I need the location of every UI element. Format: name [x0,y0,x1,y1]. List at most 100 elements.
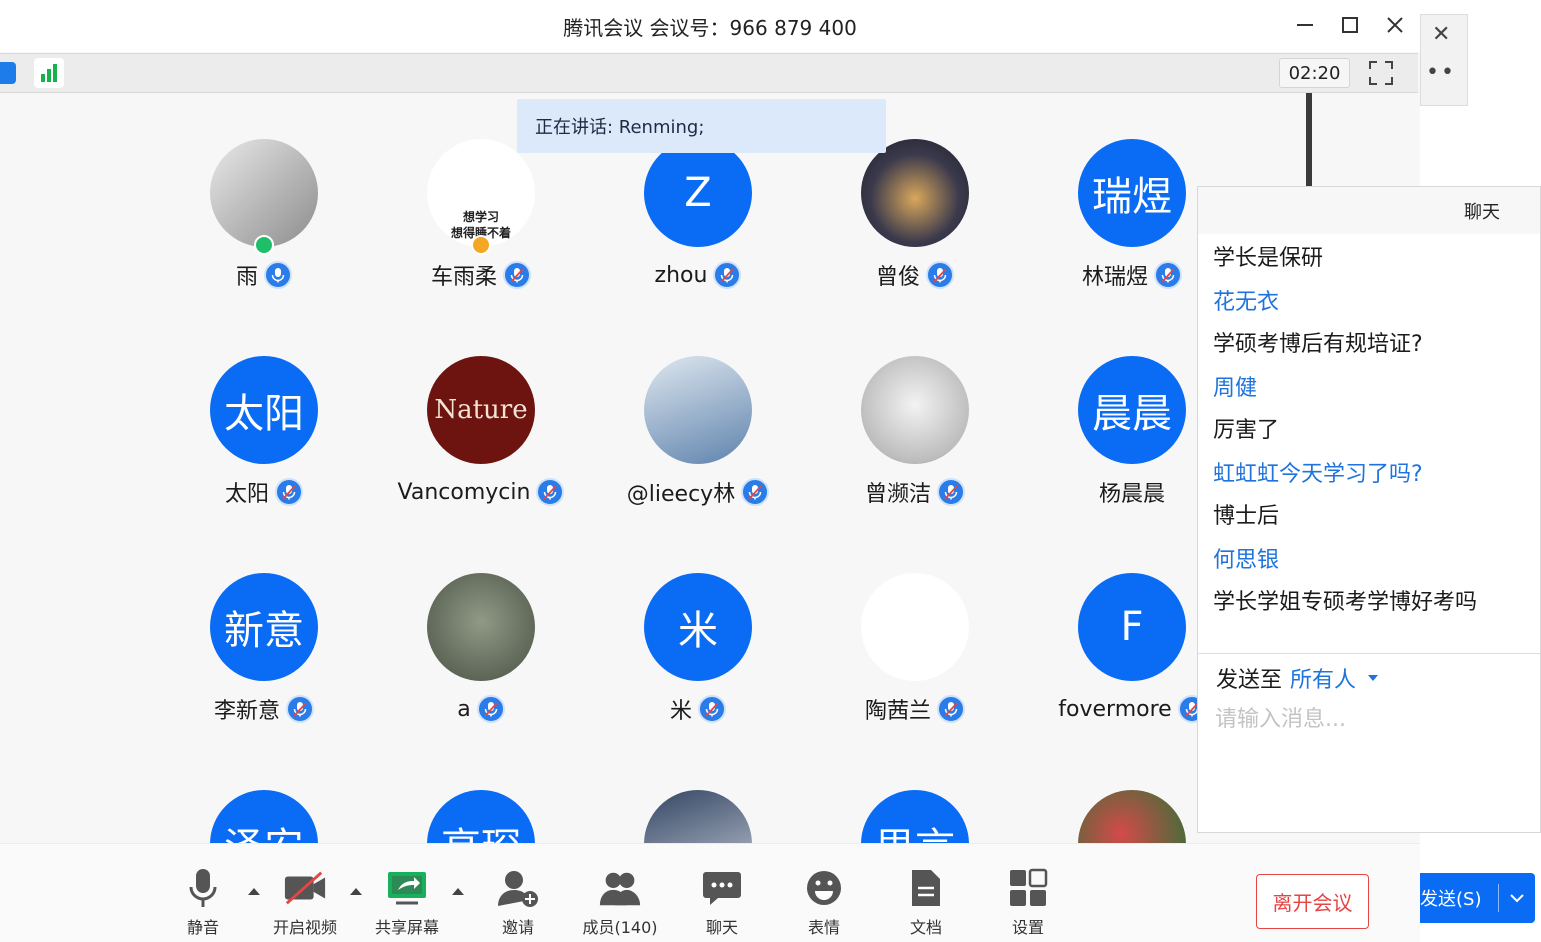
participant-tile[interactable]: Nature Vancomycin [381,356,581,526]
avatar: 新意 [210,573,318,681]
avatar [1078,790,1186,843]
add-user-icon [496,866,540,910]
participant-tile[interactable]: 雨 [164,139,364,309]
avatar: 泽安 [210,790,318,843]
emoji-button[interactable]: 表情 [779,866,869,938]
participant-tile[interactable]: 思言 [815,790,1015,843]
participant-name: 曾俊 [875,265,920,290]
avatar [861,139,969,247]
avatar: 高琛 [427,790,535,843]
microphone-muted-icon [476,695,505,723]
close-icon[interactable] [1380,10,1410,40]
participant-name: 米 [669,699,692,724]
chat-message: 博士后 [1213,504,1280,529]
window-title: 腾讯会议 会议号：966 879 400 [563,15,857,40]
participant-tile[interactable] [598,790,798,843]
participant-tile[interactable]: 曾俊 [815,139,1015,309]
more-options-icon[interactable]: •• [1426,60,1456,85]
participant-name: 陶茜兰 [864,699,931,724]
microphone-muted-icon [286,695,314,723]
chat-message: 学硕考博后有规培证? [1213,332,1423,357]
chat-sender-name[interactable]: 虹虹虹今天学习了吗? [1213,454,1525,496]
members-button[interactable]: 成员(140) [575,866,665,938]
members-icon [598,866,642,910]
share-screen-button[interactable]: 共享屏幕 [362,866,452,938]
avatar: 太阳 [210,356,318,464]
participant-name-row: 太阳 [164,476,364,508]
fullscreen-icon[interactable] [1368,60,1394,86]
security-shield-icon[interactable] [0,62,16,84]
participant-tile[interactable]: 米米 [598,573,798,743]
microphone-muted-icon [275,478,303,506]
settings-button[interactable]: 设置 [983,866,1073,938]
docs-button[interactable]: 文档 [881,866,971,938]
background-close-icon[interactable]: ✕ [1432,22,1450,47]
invite-button[interactable]: 邀请 [473,866,563,938]
participant-name-row: 米 [598,693,798,725]
network-signal-icon[interactable] [34,58,64,88]
participant-tile[interactable]: a [381,573,581,743]
avatar [861,573,969,681]
participant-tile[interactable]: 想学习 想得睡不着车雨柔 [381,139,581,309]
participant-name-row: Vancomycin [381,476,581,508]
leave-meeting-button[interactable]: 离开会议 [1256,874,1369,929]
chat-button[interactable]: 聊天 [677,866,767,938]
avatar [861,356,969,464]
participant-name-row: 李新意 [164,693,364,725]
send-to-caret-icon[interactable] [1368,675,1379,681]
maximize-icon[interactable] [1335,10,1365,40]
avatar: 晨晨 [1078,356,1186,464]
microphone-muted-icon [937,695,965,723]
bottom-toolbar: 静音 开启视频 共享屏幕 邀请 成员(140) 聊天 表情 文档 设置 离开会议 [0,843,1420,942]
send-to-target[interactable]: 所有人 [1290,662,1356,694]
chat-sender-name[interactable]: 何思银 [1213,540,1525,582]
host-badge [471,235,491,255]
participant-tile[interactable]: @lieecy林 [598,356,798,526]
video-options-caret[interactable] [350,888,362,895]
microphone-muted-icon [503,261,531,289]
top-toolbar: 02:20 [0,53,1418,93]
participant-name: @lieecy林 [626,482,736,507]
chat-message-list[interactable]: 学长是保研 花无衣 学硕考博后有规培证? 周健 厉害了 虹虹虹今天学习了吗? 博士后 何思银学… [1198,234,1540,624]
participant-name: a [457,696,471,722]
mute-options-caret[interactable] [248,888,260,895]
participant-tile[interactable]: 陶茜兰 [815,573,1015,743]
participant-name: 车雨柔 [430,265,497,290]
participant-name: 曾濒洁 [864,482,931,507]
send-to-selector[interactable]: 发送至 所有人 [1216,661,1379,695]
microphone-muted-icon [698,695,726,723]
background-send-button[interactable]: 发送(S) [1420,873,1535,923]
participant-name-row: zhou [598,259,798,291]
participant-name-row: @lieecy林 [598,476,798,508]
avatar: 瑞煜 [1078,139,1186,247]
participant-tile[interactable]: 曾濒洁 [815,356,1015,526]
participant-name-row: 车雨柔 [381,259,581,291]
video-button[interactable]: 开启视频 [260,866,350,938]
document-icon [904,866,948,910]
participant-name-row: 雨 [164,259,364,291]
avatar: 想学习 想得睡不着 [427,139,535,247]
participant-tile[interactable]: 新意 李新意 [164,573,364,743]
participant-tile[interactable]: 高琛 [381,790,581,843]
participant-name: Vancomycin [397,479,531,505]
participant-name: 太阳 [224,482,269,507]
share-options-caret[interactable] [452,888,464,895]
host-badge [254,235,274,255]
avatar [644,790,752,843]
chat-message: 厉害了 [1213,418,1280,443]
chat-sender-name[interactable]: 周健 [1213,368,1525,410]
title-bar: 腾讯会议 会议号：966 879 400 [0,0,1420,52]
chat-sender-name[interactable]: 花无衣 [1213,282,1525,324]
chat-message-input[interactable] [1213,699,1523,739]
participant-tile[interactable]: 太阳 太阳 [164,356,364,526]
minimize-icon[interactable] [1290,10,1320,40]
chat-title: 聊天 [1198,187,1540,234]
avatar: F [1078,573,1186,681]
participant-name-row: a [381,693,581,725]
participant-tile[interactable]: Zzhou [598,139,798,309]
chevron-down-icon[interactable] [1499,893,1535,903]
participant-name: 杨晨晨 [1098,482,1165,507]
mute-button[interactable]: 静音 [158,866,248,938]
participant-tile[interactable]: 泽安 [164,790,364,843]
avatar: 米 [644,573,752,681]
